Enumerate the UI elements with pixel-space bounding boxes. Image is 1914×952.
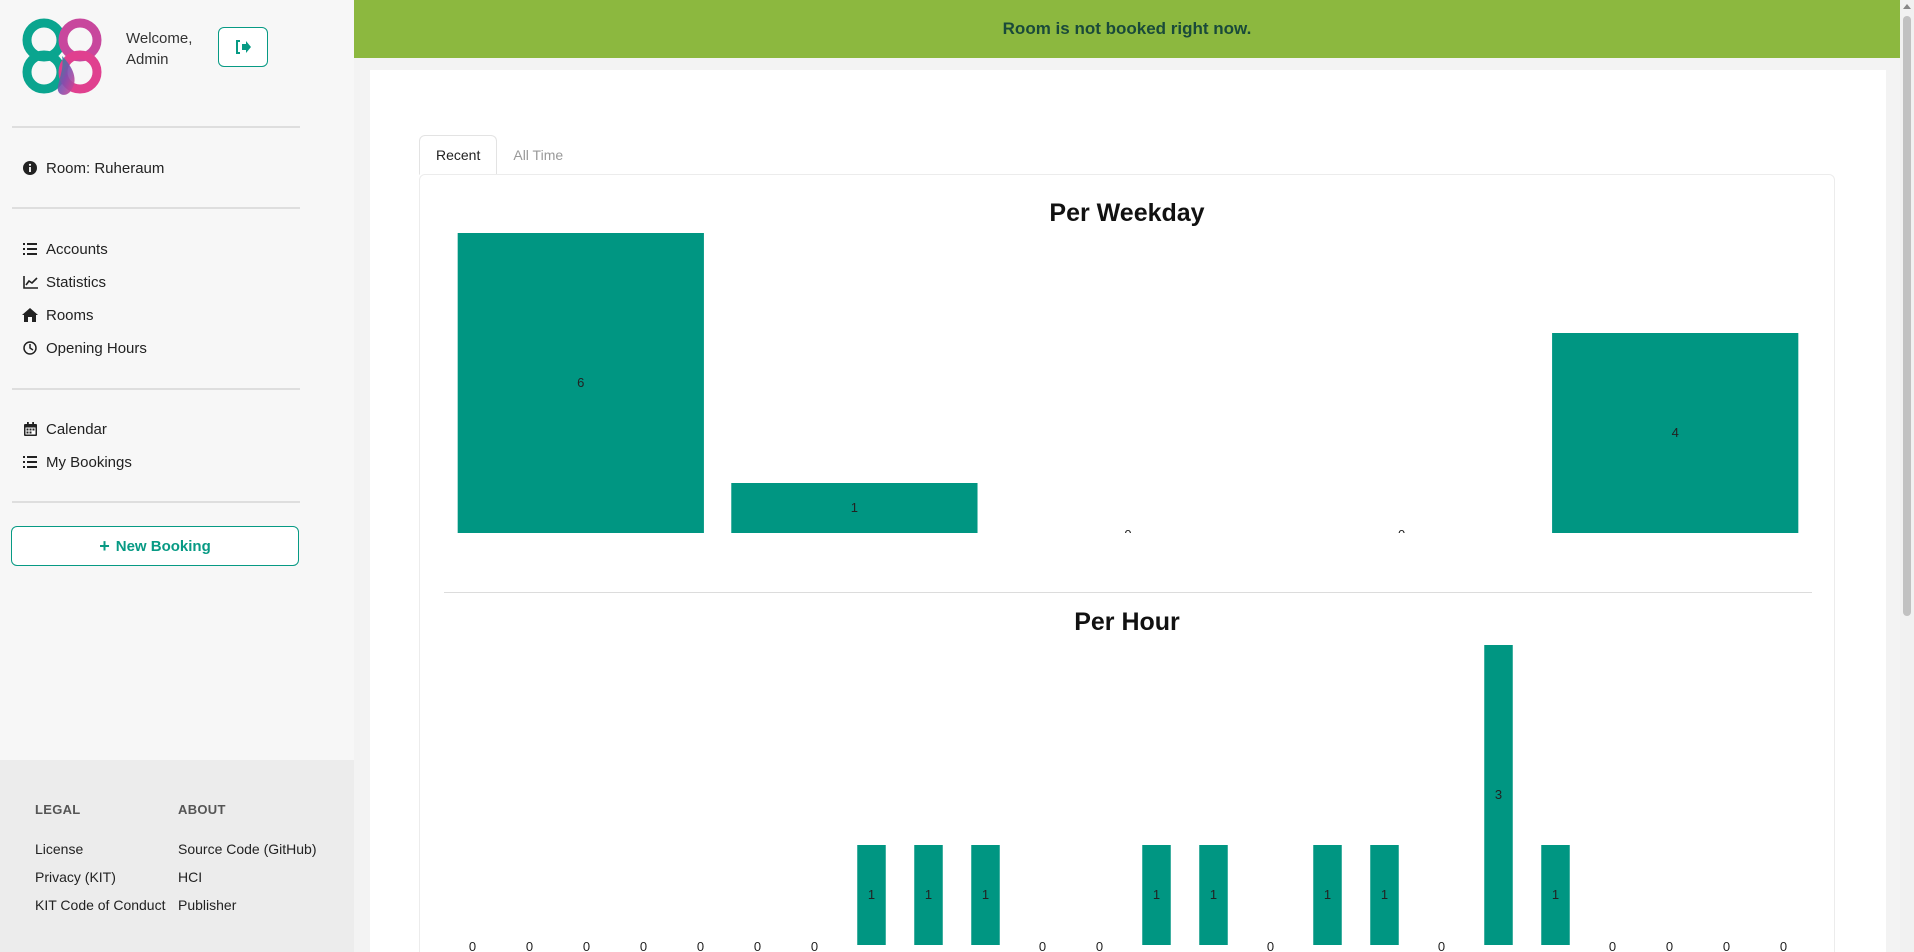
bar-value-label: 1 [851, 500, 858, 515]
sidebar-item-label: Rooms [46, 306, 94, 324]
footer-link-hci[interactable]: HCI [178, 869, 317, 897]
statistics-content: Recent All Time Per Weekday 6Monday1Tues… [370, 70, 1886, 952]
booking-status-text: Room is not booked right now. [1002, 19, 1252, 38]
logout-button[interactable] [218, 27, 268, 67]
home-icon [22, 307, 38, 323]
new-booking-label: New Booking [115, 537, 211, 555]
tab-recent[interactable]: Recent [419, 135, 498, 175]
sidebar-item-label: Accounts [46, 240, 108, 258]
scroll-up-arrow[interactable] [1903, 4, 1911, 9]
plus-icon: + [99, 535, 110, 556]
main-area: Recent All Time Per Weekday 6Monday1Tues… [354, 58, 1900, 952]
statistics-tabs: Recent All Time [419, 135, 579, 175]
bar-value-label: 1 [868, 887, 875, 902]
sidebar-item-label: My Bookings [46, 453, 132, 471]
page-scrollbar[interactable] [1900, 0, 1914, 952]
sidebar-divider [12, 388, 300, 390]
bar-value-label: 1 [1153, 887, 1160, 902]
footer-link-privacy[interactable]: Privacy (KIT) [35, 869, 165, 897]
bar-value-label: 1 [1552, 887, 1559, 902]
footer-link-license[interactable]: License [35, 841, 165, 869]
bar-value-label: 1 [1324, 887, 1331, 902]
weekday-chart: 6Monday1Tuesday0Wednesday0Thursday4Frida… [457, 233, 1799, 533]
chart-separator [444, 592, 1812, 593]
footer-link-code-of-conduct[interactable]: KIT Code of Conduct [35, 897, 165, 925]
hour-chart: 0001020304050617181901001111211301411511… [469, 645, 1791, 952]
sidebar-item-my-bookings[interactable]: My Bookings [22, 452, 132, 472]
app-logo [22, 18, 102, 95]
footer-about: ABOUT Source Code (GitHub) HCI Publisher [178, 802, 317, 925]
tab-all-time[interactable]: All Time [497, 135, 579, 175]
footer-about-header: ABOUT [178, 802, 226, 817]
bar-value-label: 6 [577, 375, 584, 390]
sidebar: Welcome, Admin Room: Ruheraum Accounts S… [0, 0, 354, 952]
bar-value-label: 3 [1495, 787, 1502, 802]
welcome-greeting: Welcome, [126, 30, 193, 47]
sidebar-item-label: Calendar [46, 420, 107, 438]
list-icon [22, 454, 38, 470]
sidebar-item-calendar[interactable]: Calendar [22, 419, 107, 439]
bar-value-label: 0 [1398, 527, 1405, 533]
bar-value-label: 1 [982, 887, 989, 902]
sidebar-item-opening-hours[interactable]: Opening Hours [22, 338, 147, 358]
sidebar-item-accounts[interactable]: Accounts [22, 239, 108, 259]
booking-status-banner: Room is not booked right now. [354, 0, 1900, 58]
sign-out-icon [236, 40, 251, 54]
footer-legal: LEGAL License Privacy (KIT) KIT Code of … [35, 802, 165, 925]
room-info: Room: Ruheraum [22, 158, 164, 178]
welcome-username: Admin [126, 51, 169, 68]
statistics-panel: Per Weekday 6Monday1Tuesday0Wednesday0Th… [419, 174, 1835, 952]
bar-value-label: 1 [925, 887, 932, 902]
sidebar-divider [12, 207, 300, 209]
bar-value-label: 4 [1672, 425, 1679, 440]
chart-line-icon [22, 274, 38, 290]
weekday-chart-title: Per Weekday [1049, 199, 1205, 227]
footer-link-publisher[interactable]: Publisher [178, 897, 317, 925]
sidebar-item-label: Statistics [46, 273, 107, 291]
bar-value-label: 0 [1124, 527, 1131, 533]
sidebar-footer: LEGAL License Privacy (KIT) KIT Code of … [0, 760, 354, 952]
list-icon [22, 241, 38, 257]
room-label: Room: Ruheraum [46, 159, 165, 177]
calendar-icon [22, 421, 38, 437]
bar-value-label: 1 [1381, 887, 1388, 902]
scrollbar-thumb[interactable] [1903, 16, 1911, 616]
sidebar-divider [12, 126, 300, 128]
new-booking-button[interactable]: + New Booking [11, 526, 299, 566]
bar-value-label: 1 [1210, 887, 1217, 902]
sidebar-divider [12, 501, 300, 503]
footer-link-source-code[interactable]: Source Code (GitHub) [178, 841, 317, 869]
info-circle-icon [22, 160, 38, 176]
sidebar-item-statistics[interactable]: Statistics [22, 272, 106, 292]
sidebar-item-rooms[interactable]: Rooms [22, 305, 94, 325]
sidebar-item-label: Opening Hours [46, 339, 147, 357]
clock-icon [22, 340, 38, 356]
welcome-text: Welcome, Admin [126, 28, 192, 70]
footer-legal-header: LEGAL [35, 802, 81, 817]
hour-chart-title: Per Hour [1074, 608, 1180, 636]
